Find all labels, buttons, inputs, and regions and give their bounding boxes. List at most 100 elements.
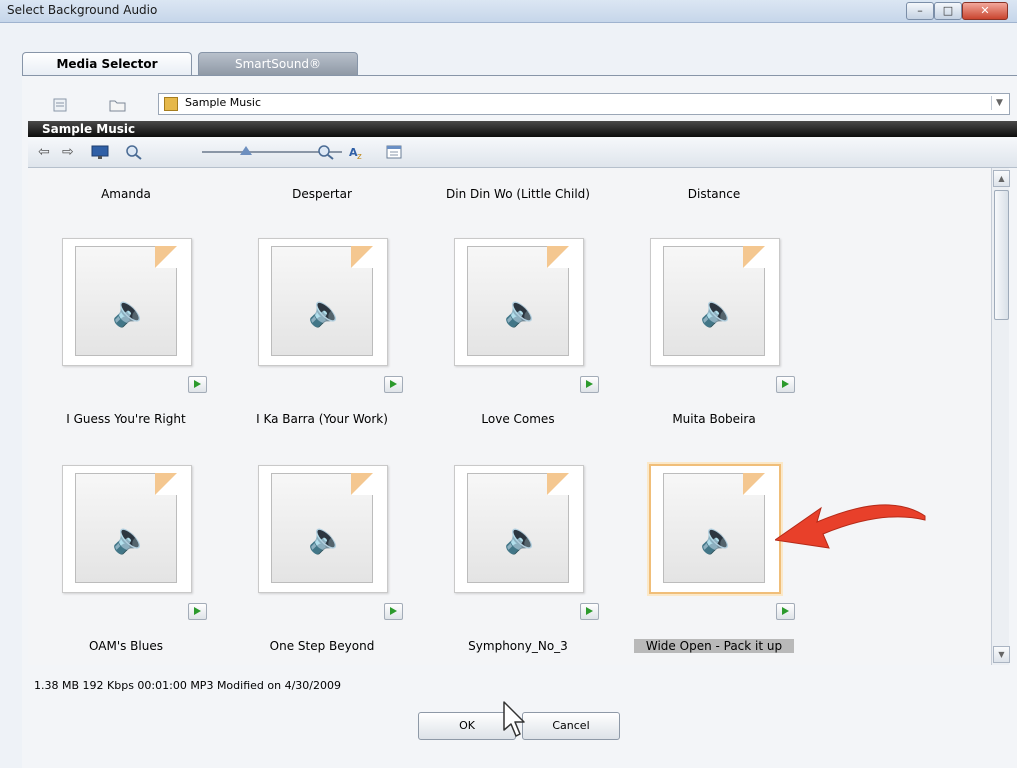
play-icon (782, 380, 789, 388)
calendar-icon[interactable] (384, 143, 404, 161)
play-icon (782, 607, 789, 615)
maximize-icon: □ (942, 4, 954, 17)
tab-divider (22, 75, 1017, 76)
media-item-label: Symphony_No_3 (468, 639, 568, 653)
mouse-cursor-icon (503, 701, 525, 737)
media-item-label: Distance (687, 187, 741, 201)
zoom-in-icon[interactable] (316, 143, 338, 161)
zoom-slider-thumb[interactable] (240, 146, 252, 155)
play-button[interactable] (580, 603, 599, 620)
window-title: Select Background Audio (7, 3, 158, 17)
zoom-out-glyph (126, 145, 142, 160)
media-item-label-selected: Wide Open - Pack it up (634, 639, 794, 653)
list-item[interactable]: 🔈 I Ka Barra (Your Work) (224, 238, 420, 438)
list-item[interactable]: Din Din Wo (Little Child) (420, 168, 616, 208)
section-header: Sample Music (28, 121, 1017, 137)
document-icon: 🔈 (663, 473, 765, 583)
audio-thumbnail[interactable]: 🔈 (454, 238, 584, 366)
tab-smartsound[interactable]: SmartSound® (198, 52, 358, 75)
document-icon: 🔈 (271, 246, 373, 356)
play-button[interactable] (776, 603, 795, 620)
media-item-label: Amanda (101, 187, 151, 201)
list-item[interactable]: 🔈 One Step Beyond (224, 465, 420, 665)
speaker-icon: 🔈 (112, 294, 150, 329)
audio-thumbnail[interactable]: 🔈 (62, 238, 192, 366)
play-button[interactable] (580, 376, 599, 393)
audio-thumbnail[interactable]: 🔈 (62, 465, 192, 593)
document-icon: 🔈 (271, 473, 373, 583)
svg-text:z: z (357, 152, 362, 161)
folder-view-button[interactable] (104, 94, 132, 116)
scroll-thumb[interactable] (994, 190, 1009, 320)
media-item-label: OAM's Blues (89, 639, 163, 653)
speaker-icon: 🔈 (700, 521, 738, 556)
scroll-down-icon[interactable]: ▼ (993, 646, 1010, 663)
page-fold (743, 246, 765, 268)
maximize-button[interactable]: □ (934, 2, 962, 20)
media-item-label: Despertar (292, 187, 352, 201)
minimize-icon: – (917, 4, 923, 17)
media-item-label: I Guess You're Right (66, 412, 186, 426)
speaker-icon: 🔈 (308, 521, 346, 556)
audio-thumbnail[interactable]: 🔈 (650, 238, 780, 366)
red-arrow-annotation-icon (775, 504, 926, 549)
media-toolbar: ⇦ ⇨ Az (28, 137, 1017, 168)
list-view-button[interactable] (46, 94, 74, 116)
play-button[interactable] (776, 376, 795, 393)
scroll-up-icon[interactable]: ▲ (993, 170, 1010, 187)
vertical-scrollbar[interactable]: ▲ ▼ (991, 168, 1010, 665)
chevron-down-icon[interactable]: ▼ (991, 96, 1007, 110)
back-arrow-icon[interactable]: ⇦ (38, 143, 50, 161)
speaker-icon: 🔈 (504, 294, 542, 329)
list-item[interactable]: 🔈 Love Comes (420, 238, 616, 438)
list-item[interactable]: Despertar (224, 168, 420, 208)
calendar-glyph (386, 145, 402, 159)
page-fold (351, 473, 373, 495)
speaker-icon: 🔈 (308, 294, 346, 329)
play-icon (390, 607, 397, 615)
list-item[interactable]: Distance (616, 168, 812, 208)
audio-thumbnail[interactable]: 🔈 (258, 238, 388, 366)
audio-thumbnail-selected[interactable]: 🔈 (649, 464, 781, 594)
document-icon: 🔈 (467, 473, 569, 583)
dialog-window: Select Background Audio – □ ✕ Media Sele… (0, 0, 1017, 768)
zoom-in-glyph (318, 145, 334, 160)
forward-arrow-icon[interactable]: ⇨ (62, 143, 74, 161)
status-info: 1.38 MB 192 Kbps 00:01:00 MP3 Modified o… (34, 679, 341, 692)
list-item[interactable]: 🔈 Symphony_No_3 (420, 465, 616, 665)
media-grid: Amanda Despertar Din Din Wo (Little Chil… (28, 168, 991, 665)
document-icon: 🔈 (75, 246, 177, 356)
play-button[interactable] (188, 376, 207, 393)
media-item-label: I Ka Barra (Your Work) (256, 412, 388, 426)
monitor-icon[interactable] (90, 143, 110, 161)
path-dropdown[interactable]: Sample Music ▼ (158, 93, 1010, 115)
tab-media-selector[interactable]: Media Selector (22, 52, 192, 75)
folder-icon (109, 100, 126, 112)
zoom-out-icon[interactable] (124, 143, 146, 161)
audio-thumbnail[interactable]: 🔈 (454, 465, 584, 593)
list-item[interactable]: 🔈 Muita Bobeira (616, 238, 812, 438)
list-item[interactable]: Amanda (28, 168, 224, 208)
sort-az-icon[interactable]: Az (348, 143, 370, 162)
list-item[interactable]: 🔈 OAM's Blues (28, 465, 224, 665)
media-item-label: Love Comes (481, 412, 555, 426)
close-button[interactable]: ✕ (962, 2, 1008, 20)
page-fold (743, 473, 765, 495)
cancel-button[interactable]: Cancel (522, 712, 620, 740)
list-item[interactable]: 🔈 I Guess You're Right (28, 238, 224, 438)
page-fold (547, 473, 569, 495)
monitor-glyph (91, 145, 109, 159)
minimize-button[interactable]: – (906, 2, 934, 20)
document-icon: 🔈 (663, 246, 765, 356)
speaker-icon: 🔈 (112, 521, 150, 556)
media-item-label: Din Din Wo (Little Child) (446, 187, 590, 201)
play-icon (586, 380, 593, 388)
audio-thumbnail[interactable]: 🔈 (258, 465, 388, 593)
play-button[interactable] (384, 376, 403, 393)
media-item-label: One Step Beyond (269, 639, 375, 653)
play-button[interactable] (188, 603, 207, 620)
speaker-icon: 🔈 (700, 294, 738, 329)
page-fold (155, 473, 177, 495)
play-button[interactable] (384, 603, 403, 620)
play-icon (390, 380, 397, 388)
